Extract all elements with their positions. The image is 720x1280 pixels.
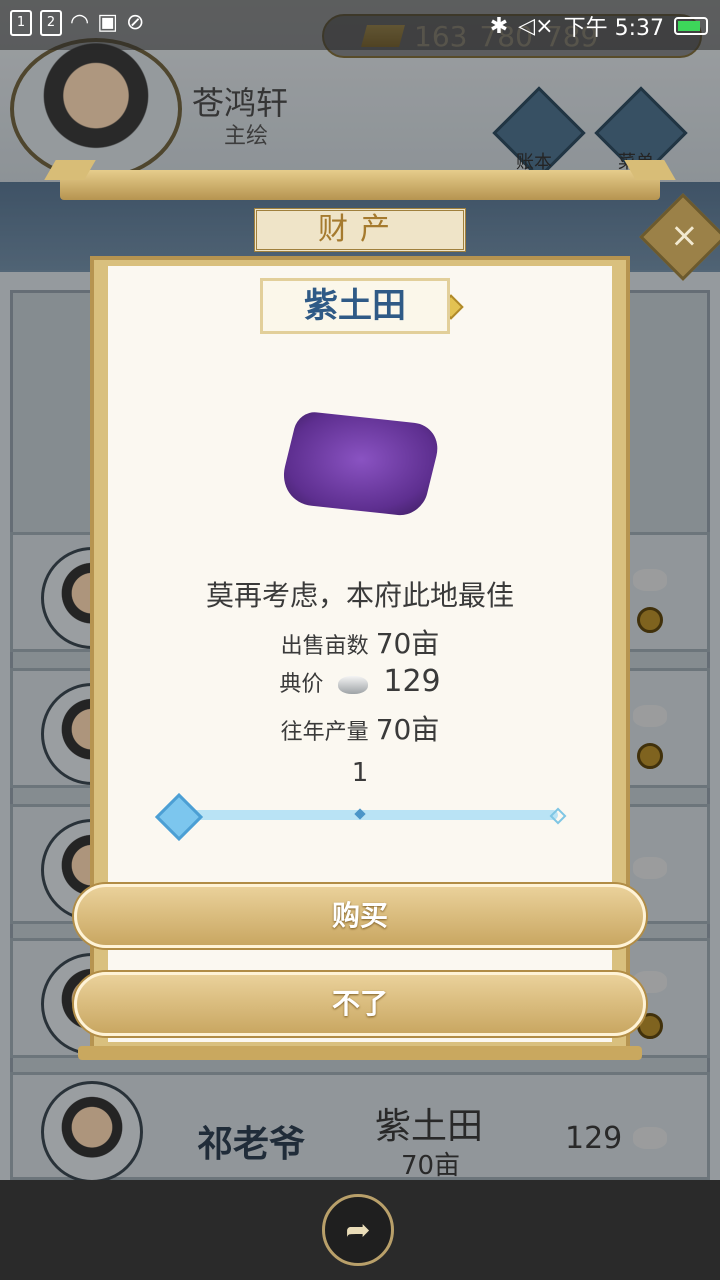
property-dialog: 财产 紫土田 莫再考虑，本府此地最佳 出售亩数 70亩 典价 129 往年产量 … <box>60 170 660 1060</box>
image-icon: ▣ <box>97 10 118 35</box>
mute-icon: ◁× <box>518 13 554 39</box>
yield-row: 往年产量 70亩 <box>90 708 630 748</box>
price-label: 典价 <box>279 672 324 697</box>
buy-button[interactable]: 购买 <box>74 884 646 948</box>
sell-area-row: 出售亩数 70亩 <box>90 622 630 662</box>
clock: 下午 5:37 <box>563 16 664 41</box>
battery-icon <box>674 17 708 35</box>
sim2-icon: 2 <box>40 10 62 36</box>
dialog-title: 财产 <box>254 208 466 252</box>
silver-ingot-icon <box>338 676 369 694</box>
bottom-bar: ➦ <box>0 1180 720 1280</box>
price-value: 129 <box>383 664 441 699</box>
land-slogan: 莫再考虑，本府此地最佳 <box>205 579 514 612</box>
land-title: 紫土田 <box>260 278 450 334</box>
wifi-icon: ◠ <box>70 10 90 35</box>
share-button[interactable]: ➦ <box>322 1194 394 1266</box>
price-row: 典价 129 <box>90 664 630 699</box>
close-icon: × <box>670 215 699 256</box>
sell-area-value: 70亩 <box>375 627 440 660</box>
sell-area-label: 出售亩数 <box>280 634 369 659</box>
decline-button[interactable]: 不了 <box>74 972 646 1036</box>
scroll-top-rod <box>60 170 660 200</box>
quantity-value: 1 <box>351 758 369 788</box>
yield-label: 往年产量 <box>280 720 369 745</box>
scroll-bottom-rod <box>78 1046 642 1060</box>
alert-icon: ⊘ <box>126 10 145 35</box>
share-icon: ➦ <box>345 1212 371 1248</box>
yield-value: 70亩 <box>375 713 440 746</box>
bluetooth-icon: ✱ <box>489 13 509 39</box>
purple-land-icon <box>276 410 444 518</box>
sim1-icon: 1 <box>10 10 32 36</box>
status-bar: 1 2 ◠ ▣ ⊘ ✱ ◁× 下午 5:37 <box>0 0 720 50</box>
quantity-slider[interactable] <box>186 810 558 820</box>
